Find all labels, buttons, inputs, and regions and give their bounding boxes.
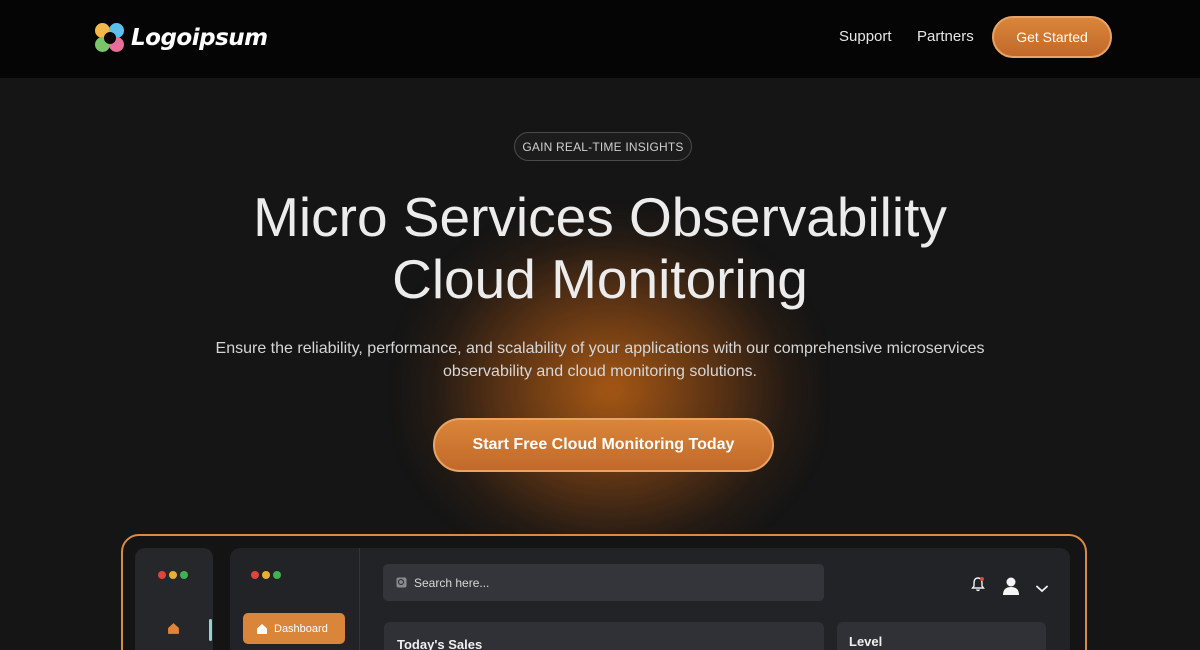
- active-nav-indicator: [209, 619, 212, 641]
- hero-badge: GAIN REAL-TIME INSIGHTS: [514, 132, 692, 161]
- window-controls-b: [251, 571, 281, 579]
- brand-name: Logoipsum: [131, 25, 268, 51]
- hero-subtitle-line1: Ensure the reliability, performance, and…: [215, 340, 985, 357]
- brand-logo[interactable]: Logoipsum: [95, 22, 268, 54]
- search-bar[interactable]: [383, 564, 824, 601]
- close-dot-icon[interactable]: [158, 571, 166, 579]
- nav-link-partners[interactable]: Partners: [917, 28, 974, 45]
- window-controls-a: [158, 571, 188, 579]
- sidebar-item-dashboard[interactable]: Dashboard: [243, 613, 345, 644]
- search-icon: [396, 577, 407, 588]
- sidebar-item-label: Dashboard: [274, 622, 328, 635]
- hero-title-line1: Micro Services Observability: [253, 186, 947, 248]
- minimize-dot-icon[interactable]: [169, 571, 177, 579]
- level-title: Level: [849, 634, 883, 649]
- maximize-dot-icon[interactable]: [180, 571, 188, 579]
- minimize-dot-icon[interactable]: [262, 571, 270, 579]
- maximize-dot-icon[interactable]: [273, 571, 281, 579]
- todays-sales-title: Today's Sales: [397, 637, 483, 650]
- hero-subtitle-line2: observability and cloud monitoring solut…: [443, 363, 757, 380]
- close-dot-icon[interactable]: [251, 571, 259, 579]
- hero-title-line2: Cloud Monitoring: [392, 248, 808, 310]
- logo-mark-icon: [95, 23, 125, 53]
- sidebar-divider: [359, 548, 360, 650]
- user-avatar-icon[interactable]: [1002, 576, 1020, 601]
- get-started-button[interactable]: Get Started: [992, 16, 1112, 58]
- home-icon: [257, 623, 267, 634]
- hero-title: Micro Services Observability Cloud Monit…: [100, 186, 1100, 310]
- hero-subtitle: Ensure the reliability, performance, and…: [190, 337, 1010, 383]
- nav-link-support[interactable]: Support: [839, 28, 892, 45]
- start-monitoring-button[interactable]: Start Free Cloud Monitoring Today: [433, 418, 774, 472]
- chevron-down-icon[interactable]: [1036, 580, 1048, 598]
- search-input[interactable]: [414, 575, 794, 590]
- home-icon[interactable]: [167, 622, 180, 640]
- bell-icon[interactable]: [970, 576, 986, 598]
